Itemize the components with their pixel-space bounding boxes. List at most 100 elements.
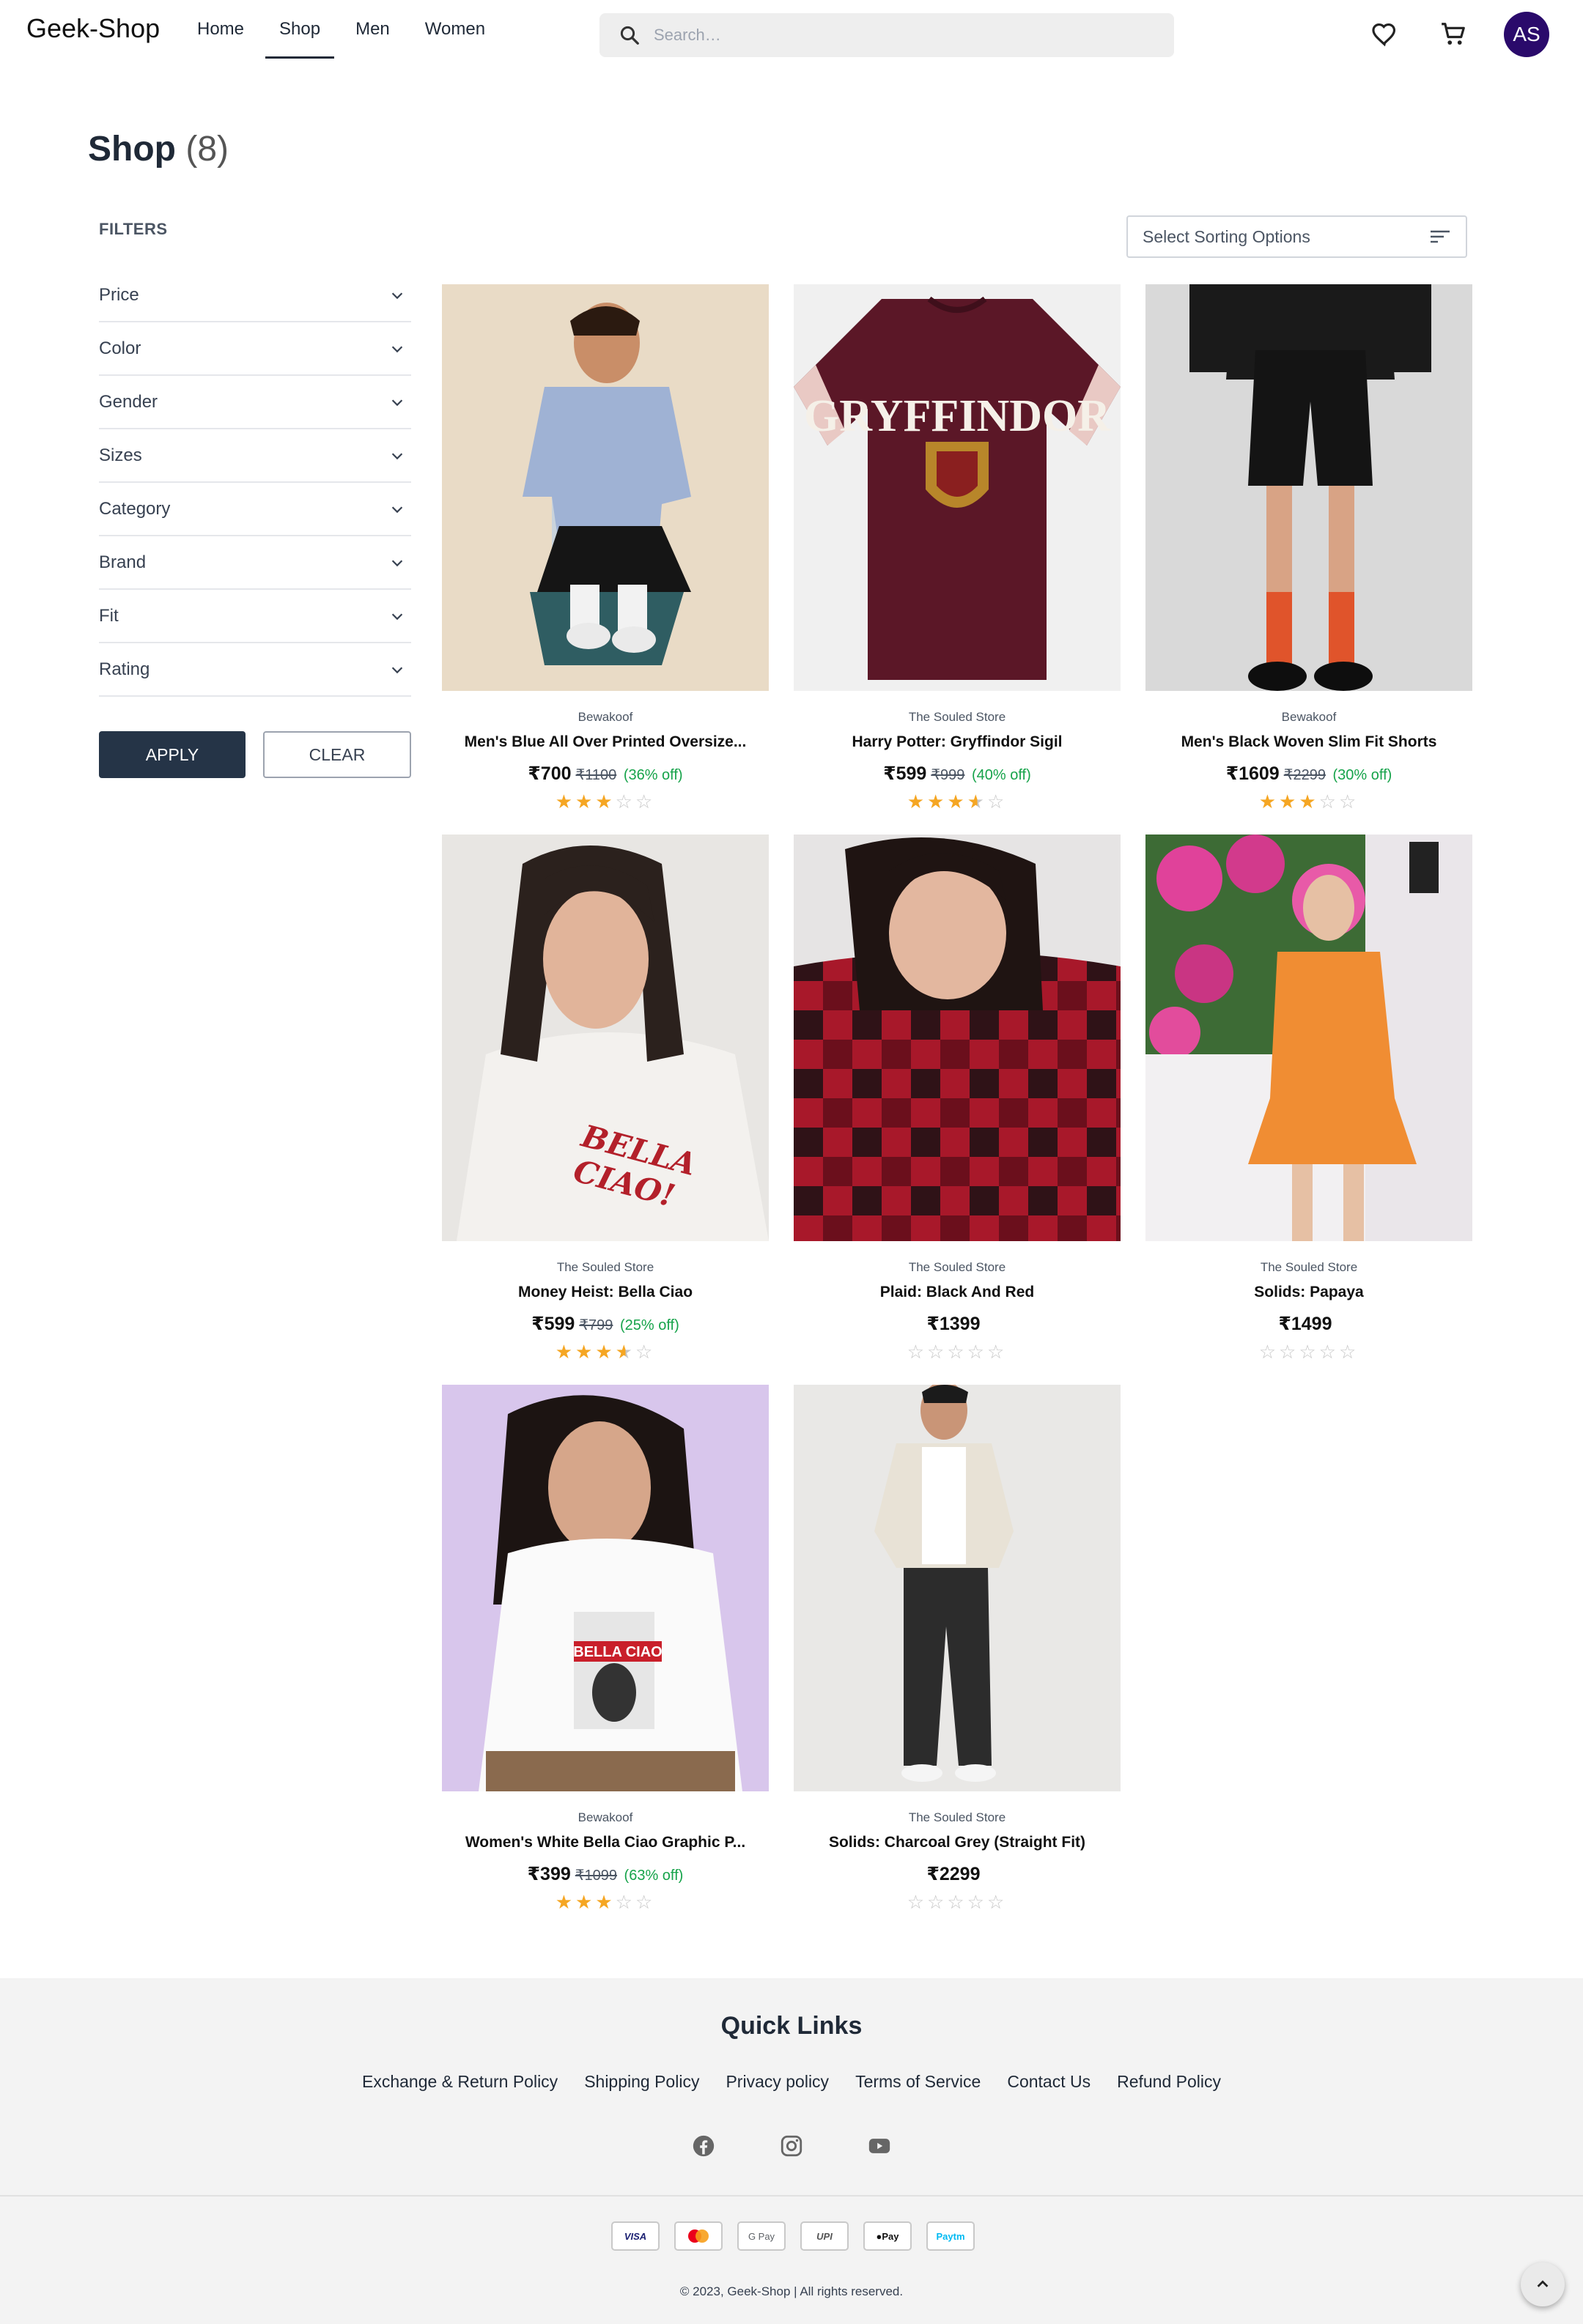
product-image[interactable] (1145, 835, 1472, 1241)
product-card[interactable]: Bewakoof Men's Black Woven Slim Fit Shor… (1145, 284, 1472, 811)
price-current: ₹1499 (1278, 1314, 1332, 1334)
youtube-icon[interactable] (867, 2134, 892, 2158)
price-current: ₹700 (528, 763, 572, 784)
product-image[interactable] (442, 284, 769, 691)
filter-label: Category (99, 498, 171, 519)
product-image[interactable]: BELLA CIAO (442, 1385, 769, 1791)
chevron-down-icon (391, 559, 403, 566)
quick-links: Exchange & Return Policy Shipping Policy… (0, 2072, 1583, 2092)
product-name[interactable]: Women's White Bella Ciao Graphic P... (442, 1834, 769, 1851)
product-name[interactable]: Men's Blue All Over Printed Oversize... (442, 733, 769, 751)
product-brand: The Souled Store (908, 1810, 1006, 1824)
rating-stars: ☆☆☆☆☆ (794, 1892, 1121, 1912)
star-empty-icon: ☆ (1299, 1341, 1319, 1363)
visa-icon: VISA (611, 2221, 660, 2251)
product-price: ₹2299 (794, 1863, 1121, 1885)
product-card[interactable]: The Souled Store Solids: Papaya ₹1499 ☆☆… (1145, 835, 1472, 1361)
price-discount: (30% off) (1332, 767, 1392, 783)
filter-list: Price Color Gender Sizes Category Brand … (99, 269, 411, 697)
product-name[interactable]: Solids: Charcoal Grey (Straight Fit) (794, 1834, 1121, 1851)
product-card[interactable]: Bewakoof Men's Blue All Over Printed Ove… (442, 284, 769, 811)
apple-logo-icon: ● (876, 2230, 882, 2242)
scroll-to-top-button[interactable] (1521, 2262, 1565, 2306)
nav-home[interactable]: Home (183, 0, 258, 59)
clear-button[interactable]: CLEAR (263, 731, 411, 778)
filter-label: Rating (99, 659, 150, 679)
link-shipping[interactable]: Shipping Policy (584, 2072, 699, 2092)
sort-select[interactable]: Select Sorting Options (1126, 215, 1467, 258)
instagram-icon[interactable] (779, 2134, 804, 2158)
star-half-icon: ★ (967, 791, 987, 813)
payment-label: Pay (882, 2230, 899, 2242)
avatar[interactable]: AS (1504, 12, 1549, 57)
price-mrp: ₹999 (931, 767, 965, 783)
star-empty-icon: ☆ (1318, 791, 1339, 813)
product-brand: The Souled Store (908, 1260, 1006, 1274)
link-terms[interactable]: Terms of Service (855, 2072, 981, 2092)
filter-brand[interactable]: Brand (99, 536, 411, 590)
product-brand: The Souled Store (908, 710, 1006, 724)
filter-rating[interactable]: Rating (99, 643, 411, 697)
filter-label: Gender (99, 391, 158, 412)
star-empty-icon: ☆ (967, 1891, 987, 1913)
product-card[interactable]: The Souled Store Solids: Charcoal Grey (… (794, 1385, 1121, 1912)
filter-price[interactable]: Price (99, 269, 411, 322)
product-price: ₹599 ₹799 (25% off) (442, 1313, 769, 1335)
price-current: ₹599 (883, 763, 927, 784)
site-logo[interactable]: Geek-Shop (26, 13, 160, 44)
rating-stars: ★★★★☆ (794, 792, 1121, 811)
svg-text:BELLA CIAO: BELLA CIAO (573, 1644, 662, 1660)
product-name[interactable]: Men's Black Woven Slim Fit Shorts (1145, 733, 1472, 751)
filter-label: Sizes (99, 445, 142, 465)
product-card[interactable]: BELLA CIAO! The Souled Store Money Heist… (442, 835, 769, 1361)
facebook-icon[interactable] (691, 2134, 716, 2158)
filter-fit[interactable]: Fit (99, 590, 411, 643)
nav-men[interactable]: Men (342, 0, 404, 59)
wishlist-heart-icon[interactable] (1369, 19, 1400, 50)
cart-icon[interactable] (1438, 19, 1469, 50)
filter-label: Fit (99, 605, 119, 626)
paytm-icon: Paytm (926, 2221, 975, 2251)
product-image[interactable] (1145, 284, 1472, 691)
payment-label: VISA (624, 2230, 647, 2242)
rating-stars: ★★★★☆ (442, 1342, 769, 1361)
link-refund[interactable]: Refund Policy (1117, 2072, 1221, 2092)
apply-button[interactable]: APPLY (99, 731, 246, 778)
star-filled-icon: ★ (595, 791, 616, 813)
link-privacy[interactable]: Privacy policy (726, 2072, 829, 2092)
sort-placeholder: Select Sorting Options (1143, 226, 1310, 246)
product-card[interactable]: GRYFFINDOR The Souled Store Harry Potter… (794, 284, 1121, 811)
product-image[interactable]: GRYFFINDOR (794, 284, 1121, 691)
search-bar[interactable] (599, 13, 1174, 57)
product-card[interactable]: BELLA CIAO Bewakoof Women's White Bella … (442, 1385, 769, 1912)
product-name[interactable]: Solids: Papaya (1145, 1284, 1472, 1301)
link-contact[interactable]: Contact Us (1007, 2072, 1091, 2092)
star-half-icon: ★ (615, 1341, 635, 1363)
product-name[interactable]: Money Heist: Bella Ciao (442, 1284, 769, 1301)
product-name[interactable]: Harry Potter: Gryffindor Sigil (794, 733, 1121, 751)
filter-color[interactable]: Color (99, 322, 411, 376)
star-filled-icon: ★ (595, 1341, 616, 1363)
star-empty-icon: ☆ (986, 1341, 1008, 1363)
star-filled-icon: ★ (575, 1891, 596, 1913)
chevron-down-icon (391, 345, 403, 352)
product-name[interactable]: Plaid: Black And Red (794, 1284, 1121, 1301)
product-image[interactable] (794, 835, 1121, 1241)
product-image[interactable]: BELLA CIAO! (442, 835, 769, 1241)
product-card[interactable]: The Souled Store Plaid: Black And Red ₹1… (794, 835, 1121, 1361)
star-empty-icon: ☆ (1318, 1341, 1339, 1363)
payment-label: G Pay (748, 2230, 775, 2242)
filters-heading: FILTERS (99, 220, 168, 238)
search-input[interactable] (654, 26, 1093, 45)
nav-shop[interactable]: Shop (265, 0, 335, 59)
filter-sizes[interactable]: Sizes (99, 429, 411, 483)
product-brand: Bewakoof (578, 710, 633, 724)
filter-category[interactable]: Category (99, 483, 411, 536)
link-exchange-return[interactable]: Exchange & Return Policy (362, 2072, 558, 2092)
google-pay-icon: G Pay (737, 2221, 786, 2251)
nav-women[interactable]: Women (411, 0, 499, 59)
filter-label: Brand (99, 552, 147, 572)
product-image[interactable] (794, 1385, 1121, 1791)
price-mrp: ₹799 (579, 1317, 613, 1333)
filter-gender[interactable]: Gender (99, 376, 411, 429)
